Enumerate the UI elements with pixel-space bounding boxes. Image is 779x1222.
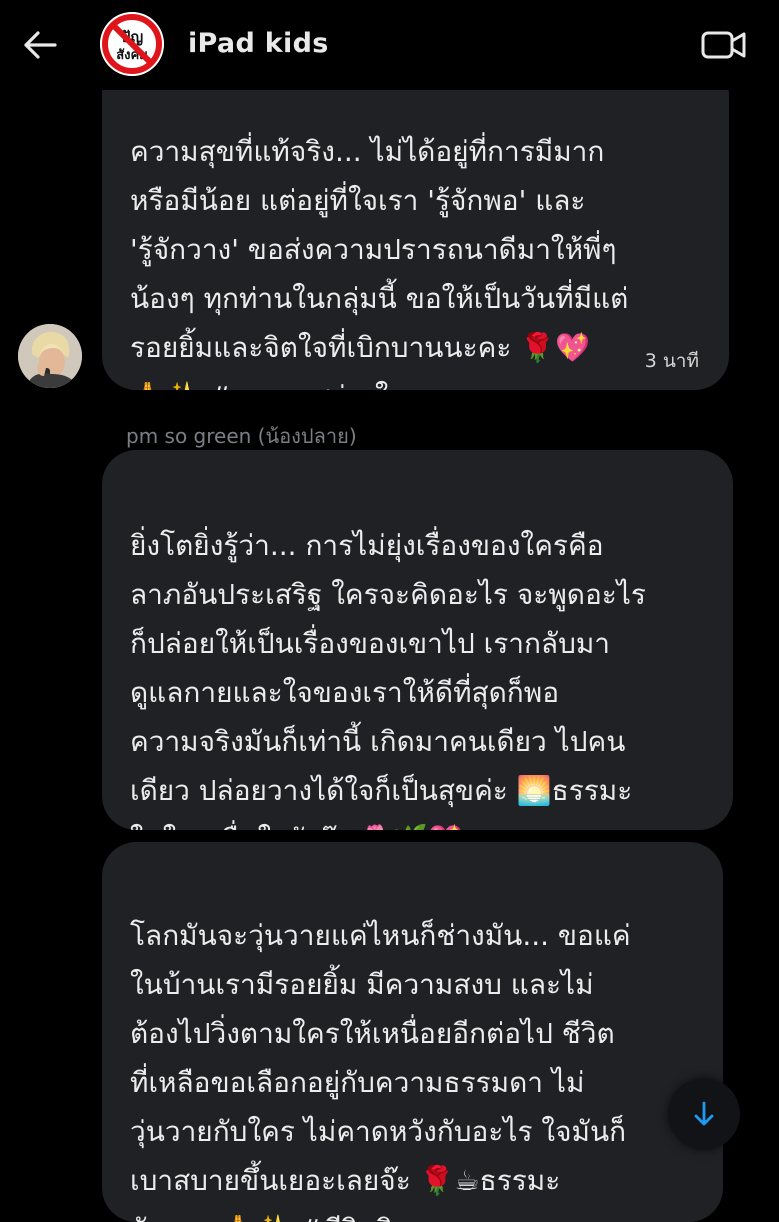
back-button[interactable] bbox=[20, 25, 60, 65]
message-bubble[interactable]: ยิ่งโตยิ่งรู้ว่า... การไม่ยุ่งเรื่องของใ… bbox=[102, 450, 733, 830]
sender-name: pm so green (น้องปลาย) bbox=[126, 424, 357, 448]
sender-avatar[interactable] bbox=[18, 324, 82, 388]
arrow-down-icon bbox=[694, 1101, 714, 1126]
message-text: ความสุขที่แท้จริง... ไม่ได้อยู่ที่การมีม… bbox=[130, 135, 629, 390]
message-bubble[interactable]: ความสุขที่แท้จริง... ไม่ได้อยู่ที่การมีม… bbox=[102, 60, 729, 390]
no-sign-logo: ปัญ สังคม bbox=[100, 12, 164, 76]
user-photo bbox=[18, 324, 82, 388]
message-text: โลกมันจะวุ่นวายแค่ไหนก็ช่างมัน... ขอแค่ … bbox=[130, 919, 631, 1222]
group-avatar[interactable]: ปัญ สังคม bbox=[100, 12, 164, 76]
chat-title: iPad kids bbox=[188, 28, 329, 59]
arrow-left-icon bbox=[24, 31, 57, 59]
message-text: ยิ่งโตยิ่งรู้ว่า... การไม่ยุ่งเรื่องของใ… bbox=[130, 529, 646, 830]
scroll-to-bottom-button[interactable] bbox=[668, 1078, 740, 1150]
video-camera-icon bbox=[701, 31, 746, 59]
chat-header: ปัญ สังคม iPad kids bbox=[0, 0, 779, 90]
video-call-button[interactable] bbox=[700, 27, 748, 63]
message-timestamp: 3 นาที bbox=[644, 350, 699, 372]
message-bubble[interactable]: โลกมันจะวุ่นวายแค่ไหนก็ช่างมัน... ขอแค่ … bbox=[102, 842, 723, 1222]
